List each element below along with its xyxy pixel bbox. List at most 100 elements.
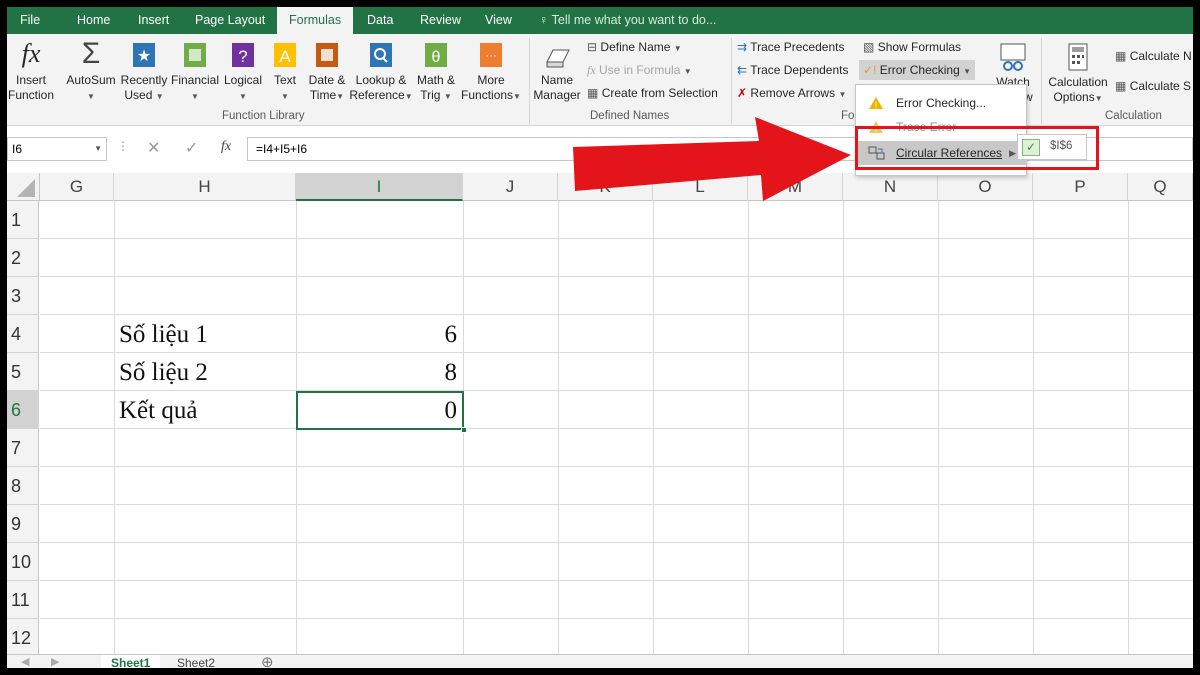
cell-h4[interactable]: Số liệu 1 bbox=[119, 315, 295, 353]
row-header-2[interactable]: 2 bbox=[7, 239, 39, 277]
use-in-formula-button[interactable]: fx Use in Formula ▼ bbox=[587, 60, 692, 80]
function-library-label: Function Library bbox=[222, 110, 305, 122]
active-cell-border bbox=[296, 391, 464, 430]
col-header-i[interactable]: I bbox=[296, 173, 463, 201]
show-formulas-button[interactable]: ▧ Show Formulas bbox=[863, 37, 961, 57]
row-header-1[interactable]: 1 bbox=[7, 201, 39, 239]
remove-arrows-button[interactable]: ✗ Remove Arrows ▼ bbox=[737, 83, 846, 103]
gridline bbox=[938, 201, 939, 661]
tab-file[interactable]: File bbox=[20, 7, 40, 34]
fx-small-icon: fx bbox=[587, 63, 596, 77]
name-manager-button[interactable]: Name Manager bbox=[531, 44, 583, 103]
calculation-options-button[interactable]: Calculation Options▼ bbox=[1045, 42, 1111, 106]
col-header-o[interactable]: O bbox=[938, 173, 1033, 201]
autosum-button[interactable]: Σ AutoSum ▼ bbox=[63, 38, 119, 104]
red-highlight-box bbox=[855, 126, 1099, 170]
remove-arrows-icon: ✗ bbox=[737, 86, 748, 100]
menu-item-error-checking[interactable]: ! Error Checking... bbox=[856, 91, 1026, 115]
error-checking-button[interactable]: ✓! Error Checking ▼ bbox=[859, 60, 976, 80]
calculator-icon bbox=[1068, 43, 1088, 71]
svg-text:★: ★ bbox=[137, 48, 151, 65]
financial-book-icon bbox=[184, 43, 206, 67]
row-header-8[interactable]: 8 bbox=[7, 467, 39, 505]
insert-function-button[interactable]: fx Insert Function bbox=[7, 38, 55, 103]
add-sheet-icon[interactable]: ⊕ bbox=[261, 653, 274, 668]
svg-text:θ: θ bbox=[432, 49, 441, 66]
text-button[interactable]: A Text ▼ bbox=[267, 38, 303, 104]
insert-function-fx-icon[interactable]: fx bbox=[221, 139, 231, 155]
col-header-h[interactable]: H bbox=[114, 173, 296, 201]
theta-book-icon: θ bbox=[425, 43, 447, 67]
svg-text:A: A bbox=[279, 47, 291, 66]
cell-i5[interactable]: 8 bbox=[297, 353, 463, 391]
sheet-tab-sheet1[interactable]: Sheet1 bbox=[101, 655, 161, 668]
create-from-selection-button[interactable]: ▦ Create from Selection bbox=[587, 83, 718, 103]
trace-dependents-button[interactable]: ⇇ Trace Dependents bbox=[737, 60, 848, 80]
sigma-icon: Σ bbox=[81, 37, 101, 70]
sheet-tab-bar: ◀ ▶ Sheet1 Sheet2 ⊕ bbox=[7, 654, 1193, 668]
lookup-reference-button[interactable]: Lookup & Reference▼ bbox=[349, 38, 413, 104]
calculate-sheet-button[interactable]: ▦ Calculate S bbox=[1115, 76, 1191, 96]
row-header-12[interactable]: 12 bbox=[7, 619, 39, 657]
col-header-g[interactable]: G bbox=[40, 173, 114, 201]
col-header-p[interactable]: P bbox=[1033, 173, 1128, 201]
financial-button[interactable]: Financial ▼ bbox=[171, 38, 219, 104]
math-trig-button[interactable]: θ Math & Trig ▼ bbox=[413, 38, 459, 104]
tab-review[interactable]: Review bbox=[420, 7, 461, 34]
svg-text:···: ··· bbox=[485, 48, 497, 62]
row-header-6[interactable]: 6 bbox=[7, 391, 39, 429]
gridline bbox=[40, 504, 1193, 505]
lightbulb-icon: ♀︎ bbox=[539, 13, 549, 27]
select-all-corner[interactable] bbox=[7, 173, 40, 201]
row-header-10[interactable]: 10 bbox=[7, 543, 39, 581]
tab-formulas[interactable]: Formulas bbox=[277, 7, 354, 34]
logical-button[interactable]: ? Logical ▼ bbox=[221, 38, 265, 104]
gridline bbox=[114, 201, 115, 661]
gridline bbox=[653, 201, 654, 661]
gridline bbox=[558, 201, 559, 661]
fill-handle[interactable] bbox=[461, 427, 467, 433]
error-check-icon: ✓! bbox=[863, 63, 877, 77]
cancel-icon[interactable]: ✕ bbox=[147, 138, 160, 158]
drag-handle-icon: ⋮ bbox=[117, 139, 129, 153]
tab-page-layout[interactable]: Page Layout bbox=[195, 7, 265, 34]
question-book-icon: ? bbox=[232, 43, 254, 67]
sheet-scroll-left-icon[interactable]: ◀ bbox=[21, 655, 29, 668]
tab-insert[interactable]: Insert bbox=[138, 7, 169, 34]
sheet-tab-sheet2[interactable]: Sheet2 bbox=[167, 655, 225, 668]
define-name-button[interactable]: ⊟ Define Name ▼ bbox=[587, 37, 682, 57]
cell-grid[interactable]: Số liệu 1 6 Số liệu 2 8 Kết quả 0 bbox=[40, 201, 1193, 661]
trace-precedents-button[interactable]: ⇉ Trace Precedents bbox=[737, 37, 844, 57]
tab-view[interactable]: View bbox=[485, 7, 512, 34]
cell-h5[interactable]: Số liệu 2 bbox=[119, 353, 295, 391]
fx-icon: fx bbox=[21, 39, 41, 68]
tab-data[interactable]: Data bbox=[367, 7, 393, 34]
ribbon-tab-bar: File Home Insert Page Layout Formulas Da… bbox=[7, 7, 1193, 34]
row-header-5[interactable]: 5 bbox=[7, 353, 39, 391]
row-header-7[interactable]: 7 bbox=[7, 429, 39, 467]
trace-dependents-icon: ⇇ bbox=[737, 63, 748, 77]
star-book-icon: ★ bbox=[133, 43, 155, 67]
row-header-9[interactable]: 9 bbox=[7, 505, 39, 543]
cell-i4[interactable]: 6 bbox=[297, 315, 463, 353]
enter-check-icon[interactable]: ✓ bbox=[185, 138, 198, 158]
more-functions-button[interactable]: ··· More Functions▼ bbox=[459, 38, 523, 104]
row-header-3[interactable]: 3 bbox=[7, 277, 39, 315]
row-header-11[interactable]: 11 bbox=[7, 581, 39, 619]
row-header-4[interactable]: 4 bbox=[7, 315, 39, 353]
col-header-j[interactable]: J bbox=[463, 173, 558, 201]
col-header-q[interactable]: Q bbox=[1128, 173, 1193, 201]
show-formulas-icon: ▧ bbox=[863, 40, 875, 54]
trace-precedents-icon: ⇉ bbox=[737, 40, 748, 54]
calculate-now-button[interactable]: ▦ Calculate N bbox=[1115, 46, 1192, 66]
tell-me-search[interactable]: ♀︎ Tell me what you want to do... bbox=[539, 7, 716, 34]
name-box[interactable]: I6 ▼ bbox=[7, 137, 107, 161]
sheet-scroll-right-icon[interactable]: ▶ bbox=[51, 655, 59, 668]
tab-home[interactable]: Home bbox=[77, 7, 110, 34]
date-time-button[interactable]: Date & Time▼ bbox=[305, 38, 349, 104]
recently-used-button[interactable]: ★ Recently Used ▼ bbox=[119, 38, 169, 104]
cell-h6[interactable]: Kết quả bbox=[119, 391, 295, 429]
gridline bbox=[40, 542, 1193, 543]
gridline bbox=[1128, 201, 1129, 661]
calendar-book-icon bbox=[316, 43, 338, 67]
